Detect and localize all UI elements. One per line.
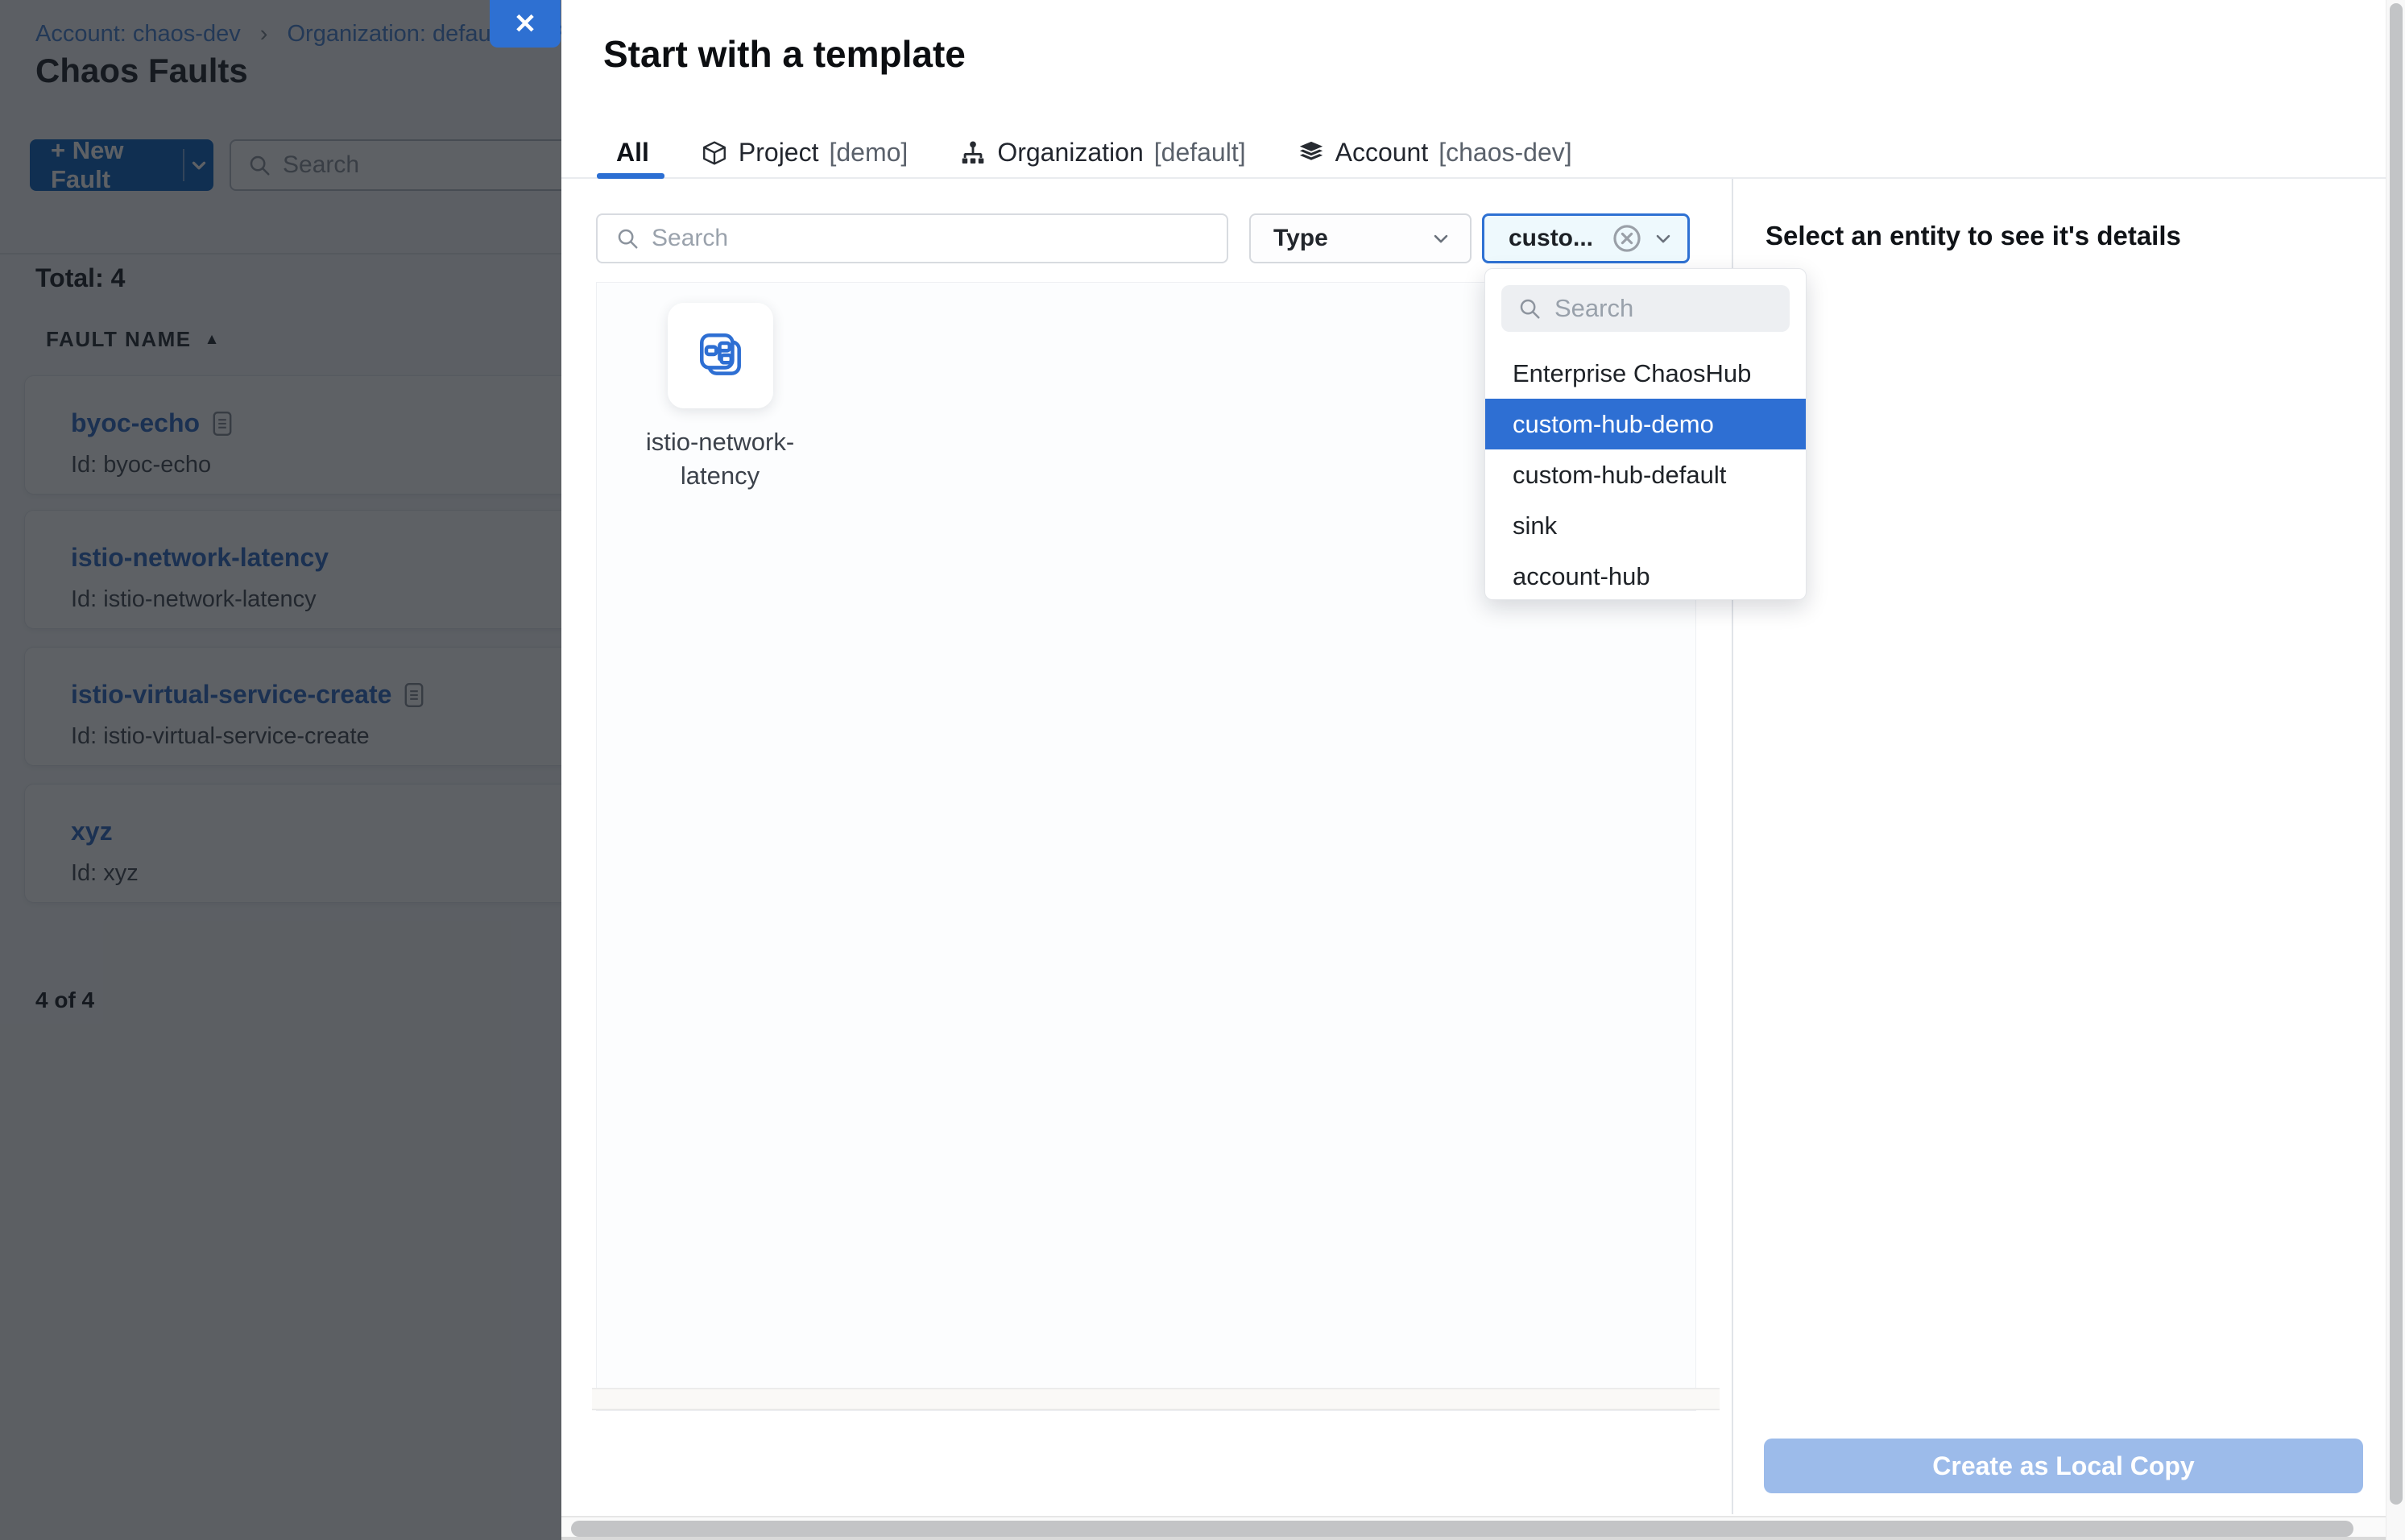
cube-icon [701, 139, 728, 167]
menu-item-custom-hub-default[interactable]: custom-hub-default [1485, 449, 1806, 500]
tab-label: All [616, 138, 649, 168]
org-chart-icon [959, 139, 987, 167]
horizontal-scrollbar[interactable] [561, 1516, 2386, 1540]
type-filter-label: Type [1273, 225, 1328, 252]
menu-item-account-hub[interactable]: account-hub [1485, 551, 1806, 600]
chaoshub-filter-dropdown[interactable]: custo... [1482, 213, 1690, 263]
tab-badge: [default] [1154, 138, 1246, 168]
chevron-down-icon [1430, 227, 1452, 250]
template-document-icon [694, 329, 747, 383]
tab-badge: [chaos-dev] [1438, 138, 1571, 168]
create-as-local-copy-button[interactable]: Create as Local Copy [1764, 1439, 2363, 1493]
drawer-header: Start with a template All Project [demo] [561, 0, 2386, 179]
active-tab-indicator [597, 173, 664, 179]
tab-label: Organization [997, 138, 1143, 168]
details-panel: Select an entity to see it's details Cre… [1732, 179, 2386, 1514]
layers-icon [1298, 139, 1325, 167]
search-icon [615, 226, 640, 250]
tab-label: Account [1335, 138, 1429, 168]
type-filter-dropdown[interactable]: Type [1249, 213, 1472, 263]
menu-item-custom-hub-demo[interactable]: custom-hub-demo [1485, 399, 1806, 449]
close-button[interactable]: ✕ [490, 0, 561, 48]
tab-project[interactable]: Project [demo] [701, 138, 908, 168]
chaoshub-filter-value: custo... [1509, 225, 1610, 252]
vertical-scrollbar[interactable] [2386, 0, 2405, 1540]
clear-filter-icon[interactable] [1610, 221, 1644, 255]
start-with-template-drawer: Start with a template All Project [demo] [561, 0, 2386, 1540]
template-card-label[interactable]: istio-network-latency [615, 425, 825, 493]
tab-label: Project [739, 138, 819, 168]
scope-tabs: All Project [demo] Organization [default… [616, 138, 1572, 168]
search-placeholder: Search [652, 225, 728, 252]
tab-account[interactable]: Account [chaos-dev] [1298, 138, 1572, 168]
chevron-down-icon[interactable] [1652, 227, 1674, 250]
tab-badge: [demo] [829, 138, 908, 168]
search-icon [1517, 296, 1542, 321]
search-placeholder: Search [1554, 294, 1633, 323]
template-search-input[interactable]: Search [596, 213, 1228, 263]
menu-item-enterprise-chaoshub[interactable]: Enterprise ChaosHub [1485, 348, 1806, 399]
horizontal-scrollbar-thumb[interactable] [571, 1521, 2353, 1537]
menu-item-sink[interactable]: sink [1485, 500, 1806, 551]
grid-footer-strip [592, 1388, 1720, 1410]
vertical-scrollbar-thumb[interactable] [2390, 3, 2403, 1505]
details-empty-message: Select an entity to see it's details [1765, 221, 2181, 251]
dropdown-search-input[interactable]: Search [1501, 285, 1790, 332]
tab-all[interactable]: All [616, 138, 649, 168]
close-icon: ✕ [514, 8, 537, 40]
tab-organization[interactable]: Organization [default] [959, 138, 1245, 168]
dropdown-options: Enterprise ChaosHub custom-hub-demo cust… [1485, 348, 1806, 599]
drawer-title: Start with a template [603, 32, 966, 76]
screen: Account: chaos-dev › Organization: defau… [0, 0, 2405, 1540]
template-card-istio-network-latency[interactable] [668, 303, 773, 408]
chaoshub-dropdown-menu: Search Enterprise ChaosHub custom-hub-de… [1484, 268, 1807, 600]
